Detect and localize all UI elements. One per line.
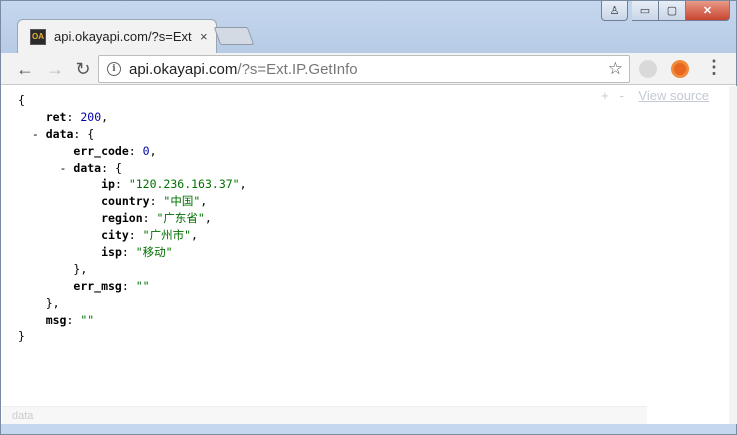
json-key: city: [101, 228, 129, 243]
json-key: data: [73, 160, 102, 175]
address-bar[interactable]: i api.okayapi.com /?s=Ext.IP.GetInfo ☆: [98, 55, 630, 83]
title-bar: ♙ ▭ ▢ ✕ OA api.okayapi.com/?s=Ext ×: [1, 1, 736, 53]
json-line: {: [18, 92, 247, 109]
json-value: "": [80, 312, 95, 327]
json-value: "120.236.163.37": [128, 177, 240, 192]
json-punct: ,: [239, 177, 247, 192]
json-line: country: "中国",: [101, 194, 208, 209]
bookmark-star-icon[interactable]: ☆: [608, 59, 623, 79]
json-line: msg: "": [45, 312, 95, 327]
browser-toolbar: ← → ↻ i api.okayapi.com /?s=Ext.IP.GetIn…: [1, 53, 736, 85]
json-key: data: [45, 126, 74, 141]
json-value: 0: [142, 143, 150, 158]
json-key: ret: [45, 109, 67, 124]
page-content: + - View source { ret: 200, - data: { er…: [2, 86, 729, 424]
json-value: "": [135, 278, 150, 293]
reload-button[interactable]: ↻: [71, 57, 95, 81]
menu-icon[interactable]: ⋮: [705, 57, 723, 78]
info-icon[interactable]: i: [107, 62, 121, 76]
json-value: "中国": [163, 194, 201, 209]
json-value: {: [87, 126, 95, 141]
browser-tab[interactable]: OA api.okayapi.com/?s=Ext ×: [17, 19, 217, 53]
json-key: msg: [45, 312, 67, 327]
scrollbar[interactable]: [729, 86, 737, 424]
json-line: ip: "120.236.163.37",: [101, 177, 247, 192]
json-key: isp: [101, 245, 122, 260]
new-tab-button[interactable]: [213, 27, 255, 45]
json-line: - data: {: [31, 126, 95, 141]
extension-icon[interactable]: [639, 60, 657, 78]
json-punct: ,: [149, 143, 157, 158]
json-line: region: "广东省",: [101, 211, 212, 226]
favicon-icon: OA: [30, 28, 46, 45]
json-key: err_msg: [73, 278, 122, 293]
user-icon[interactable]: ♙: [601, 1, 628, 21]
extension-icon-orange[interactable]: [671, 60, 689, 78]
tab-close-icon[interactable]: ×: [200, 29, 208, 44]
json-value: "广东省": [156, 211, 205, 226]
minimize-button[interactable]: ▭: [632, 1, 659, 21]
json-key: region: [101, 211, 143, 226]
json-line: },: [18, 261, 247, 278]
json-value: {: [114, 160, 122, 175]
json-punct: ,: [101, 109, 109, 124]
json-viewer-toolbar: + - View source: [601, 88, 709, 103]
status-bar: data: [2, 406, 647, 424]
collapse-all-button[interactable]: -: [620, 88, 624, 103]
collapse-toggle[interactable]: -: [60, 161, 74, 175]
json-key: ip: [101, 177, 115, 192]
json-line: city: "广州市",: [101, 228, 198, 243]
url-host: api.okayapi.com: [129, 60, 238, 78]
json-value: },: [73, 261, 88, 276]
json-punct: ,: [200, 194, 208, 209]
forward-button[interactable]: →: [43, 57, 67, 81]
view-source-link[interactable]: View source: [638, 88, 709, 103]
collapse-toggle[interactable]: -: [32, 127, 46, 141]
json-line: }: [18, 328, 247, 345]
json-key: country: [101, 194, 150, 209]
json-tree: { ret: 200, - data: { err_code: 0, - dat…: [18, 92, 247, 345]
json-line: isp: "移动": [101, 245, 173, 260]
expand-all-button[interactable]: +: [601, 88, 609, 103]
close-window-button[interactable]: ✕: [686, 1, 730, 21]
json-value: 200: [80, 109, 102, 124]
browser-window: ♙ ▭ ▢ ✕ OA api.okayapi.com/?s=Ext × ← → …: [0, 0, 737, 435]
url-path: /?s=Ext.IP.GetInfo: [237, 60, 358, 78]
json-line: - data: {: [59, 160, 122, 175]
json-value: }: [18, 329, 25, 344]
json-line: },: [18, 295, 247, 312]
json-punct: ,: [191, 228, 198, 243]
tab-title: api.okayapi.com/?s=Ext: [54, 29, 192, 44]
maximize-button[interactable]: ▢: [659, 1, 686, 21]
window-bottom-border: [1, 424, 736, 434]
json-line: ret: 200,: [45, 109, 109, 124]
back-button[interactable]: ←: [13, 57, 37, 81]
json-line: err_msg: "": [73, 278, 150, 293]
json-value: "移动": [135, 245, 173, 260]
json-value: {: [18, 93, 25, 107]
json-punct: ,: [204, 211, 212, 226]
json-line: err_code: 0,: [73, 143, 157, 158]
json-value: },: [45, 295, 60, 310]
window-controls: ♙ ▭ ▢ ✕: [601, 1, 730, 21]
json-value: "广州市": [142, 228, 192, 243]
json-key: err_code: [73, 143, 129, 158]
